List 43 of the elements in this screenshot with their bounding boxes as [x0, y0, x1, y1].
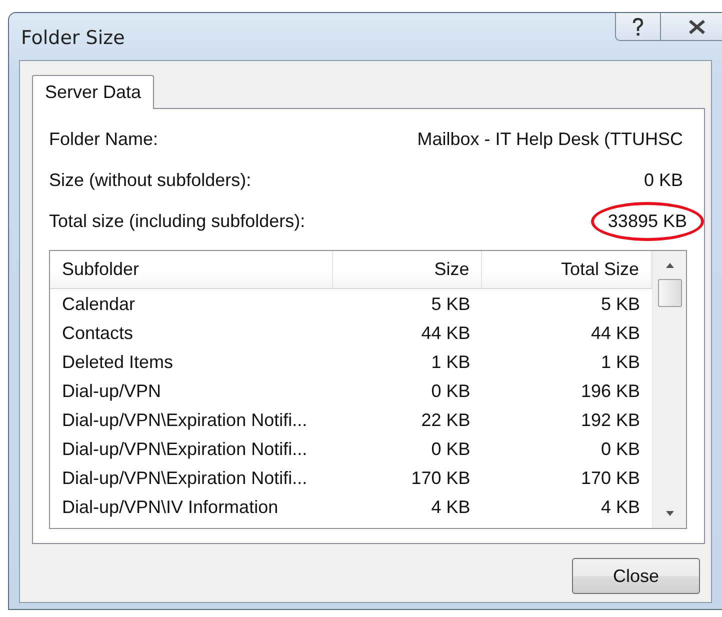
table-cell-text: 5 KB [430, 294, 472, 315]
table-cell-text: 5 KB [600, 294, 641, 315]
table-cell-text: 196 KB [580, 381, 641, 402]
table-cell-text: 0 KB [600, 439, 641, 460]
scroll-down-icon[interactable] [664, 510, 676, 518]
close-window-button[interactable] [661, 13, 722, 41]
table-cell-text: 192 KB [580, 410, 641, 431]
window-title: Folder Size [21, 27, 125, 49]
table-cell-text: Calendar [61, 294, 136, 315]
table-cell-text: Contacts [61, 323, 134, 344]
table-cell-text: Dial-up/VPN\Expiration Notifi... [61, 468, 308, 489]
table-cell-text: 0 KB [430, 439, 472, 460]
table-cell-text: 22 KB [420, 410, 472, 431]
field-value: 0 KB [642, 170, 684, 191]
table-cell-text: 4 KB [600, 497, 641, 518]
field-value: 33895 KB [590, 202, 704, 241]
close-icon [686, 18, 706, 34]
scroll-up-icon[interactable] [664, 261, 676, 269]
column-header[interactable]: Size [332, 251, 482, 288]
field-value: Mailbox - IT Help Desk (TTUHSC [416, 129, 684, 150]
scrollbar[interactable] [652, 251, 686, 528]
scrollbar-thumb[interactable] [658, 279, 682, 307]
table-cell-text: 44 KB [590, 323, 641, 344]
table-cell-text: 170 KB [580, 468, 641, 489]
field-label: Total size (including subfolders): [49, 211, 306, 232]
field-label: Folder Name: [49, 129, 158, 150]
table-cell-text: 0 KB [430, 381, 472, 402]
field-label: Size (without subfolders): [49, 170, 252, 191]
table-cell-text: 44 KB [420, 323, 472, 344]
help-button[interactable] [615, 13, 661, 41]
column-header[interactable]: Subfolder [50, 251, 333, 288]
table-cell-text: Dial-up/VPN [61, 381, 162, 402]
table-cell-text: Dial-up/VPN\IV Information [61, 497, 280, 518]
table-cell-text: 4 KB [430, 497, 472, 518]
table-cell-text: 1 KB [430, 352, 472, 373]
tab[interactable]: Server Data [32, 75, 154, 109]
close-button[interactable]: Close [572, 558, 700, 594]
table-cell-text: Dial-up/VPN\Expiration Notifi... [61, 439, 308, 460]
table-cell-text: Deleted Items [61, 352, 174, 373]
table-cell-text: 170 KB [410, 468, 472, 489]
help-icon [631, 16, 645, 36]
table-cell-text: Dial-up/VPN\Expiration Notifi... [61, 410, 308, 431]
table-cell-text: 1 KB [600, 352, 641, 373]
